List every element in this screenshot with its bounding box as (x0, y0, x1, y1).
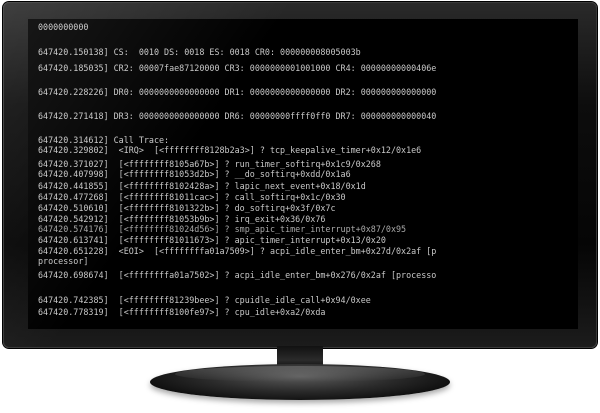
console-line: 647420.698674] [<ffffffffa01a7502>] ? ac… (38, 270, 437, 280)
monitor-stand-highlight (175, 366, 425, 382)
console-line: 647420.228226] DR0: 0000000000000000 DR1… (38, 87, 437, 97)
console-line: 647420.271418] DR3: 0000000000000000 DR6… (38, 111, 437, 121)
monitor-screen: 0000000000 647420.150138] CS: 0010 DS: 0… (28, 19, 578, 329)
console-line: 647420.407998] [<ffffffff81053d2b>] ? __… (38, 169, 351, 179)
console-line: 0000000000 (38, 22, 89, 32)
console-line: 647420.329802] <IRQ> [<ffffffff8128b2a3>… (38, 145, 422, 155)
monitor-bezel: 0000000000 647420.150138] CS: 0010 DS: 0… (3, 2, 597, 348)
console-line: 647420.441855] [<ffffffff8102428a>] ? la… (38, 181, 366, 191)
console-line: 647420.510610] [<ffffffff8101322b>] ? do… (38, 203, 336, 213)
console-line: 647420.651228] <EOI> [<ffffffffa01a7509>… (38, 246, 437, 256)
console-line-overstrike: 647420.574176] [<ffffffff81024d56>] ? sm… (38, 224, 407, 234)
console-line: 647420.371027] [<ffffffff8105a67b>] ? ru… (38, 159, 381, 169)
console-line: 647420.314612] Call Trace: (38, 135, 170, 145)
console-line: 647420.742385] [<ffffffff81239bee>] ? cp… (38, 295, 371, 305)
console-line: 647420.542912] [<ffffffff81053b9b>] ? ir… (38, 214, 326, 224)
console-line: 647420.477268] [<ffffffff81011cac>] ? ca… (38, 192, 346, 202)
console-line: 647420.778319] [<ffffffff8100fe97>] ? cp… (38, 307, 326, 317)
console-line: 647420.613741] [<ffffffff81011673>] ? ap… (38, 235, 386, 245)
console-line: 647420.185035] CR2: 00007fae87120000 CR3… (38, 63, 437, 73)
console-line: processor] (38, 256, 89, 266)
console-line: 647420.150138] CS: 0010 DS: 0018 ES: 001… (38, 47, 361, 57)
